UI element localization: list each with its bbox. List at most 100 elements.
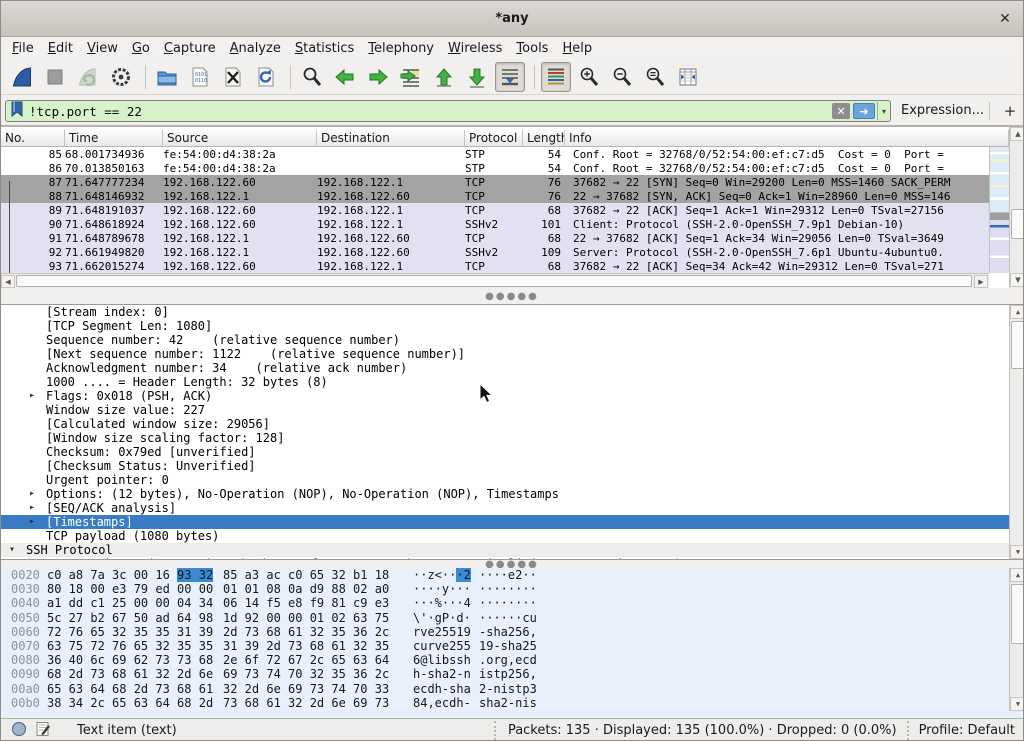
file-reload-icon[interactable] [251,62,281,92]
filter-add-button[interactable]: + [1000,100,1020,122]
hex-row[interactable]: 00b038 34 2c 65 63 64 68 2d73 68 61 32 2… [1,696,1023,710]
colorize-icon[interactable] [541,62,571,92]
filter-clear-icon[interactable]: ✕ [832,103,850,119]
hex-row[interactable]: 009068 2d 73 68 61 32 2d 6e69 73 74 70 3… [1,667,1023,681]
capture-stop-icon[interactable] [40,62,70,92]
expand-arrow-icon[interactable]: ▸ [29,515,35,529]
resize-columns-icon[interactable] [673,62,703,92]
packet-list-header[interactable]: No.TimeSourceDestinationProtocolLengthIn… [1,130,1009,147]
detail-row[interactable]: [Window size scaling factor: 128] [1,431,1009,445]
hex-row[interactable]: 00505c 27 b2 67 50 ad 64 981d 92 00 00 0… [1,611,1023,625]
hex-row[interactable]: 0020c0 a8 7a 3c 00 16 93 3285 a3 ac c0 6… [1,568,1023,582]
expand-arrow-icon[interactable]: ▸ [29,501,35,515]
filter-history-caret-icon[interactable]: ▾ [877,102,890,120]
title-bar[interactable]: *any ✕ [1,1,1023,37]
close-button[interactable]: ✕ [995,9,1015,29]
detail-row[interactable]: Checksum: 0x79ed [unverified] [1,445,1009,459]
menu-wireless[interactable]: Wireless [441,39,509,58]
detail-row[interactable]: [Stream index: 0] [1,305,1009,319]
auto-scroll-icon[interactable] [495,62,525,92]
scroll-up-icon[interactable]: ▲ [1010,568,1023,582]
expert-info-icon[interactable] [11,721,27,741]
detail-row[interactable]: Sequence number: 42 (relative sequence n… [1,333,1009,347]
scroll-up-icon[interactable]: ▲ [1010,305,1023,319]
menu-capture[interactable]: Capture [157,39,223,58]
intelligent-scrollbar-minimap[interactable] [989,147,1009,273]
detail-row[interactable]: [Next sequence number: 1122 (relative se… [1,347,1009,361]
column-header-time[interactable]: Time [65,130,163,146]
detail-row[interactable]: ▸Flags: 0x018 (PSH, ACK) [1,389,1009,403]
column-header-length[interactable]: Length [523,130,565,146]
scroll-thumb[interactable] [1011,584,1023,644]
filter-apply-icon[interactable]: ➜ [853,103,875,119]
column-header-no[interactable]: No. [1,130,65,146]
pane-splitter[interactable]: ●●●●● [1,560,1023,568]
expand-arrow-icon[interactable]: ▾ [9,543,15,557]
file-save-icon[interactable]: 01010110 [185,62,215,92]
scroll-thumb[interactable] [1011,209,1024,239]
go-last-icon[interactable] [462,62,492,92]
expand-arrow-icon[interactable]: ▸ [29,389,35,403]
column-header-destination[interactable]: Destination [317,130,465,146]
capture-comment-icon[interactable] [35,721,51,741]
hex-row[interactable]: 00a065 63 64 68 2d 73 68 6132 2d 6e 69 7… [1,682,1023,696]
detail-row[interactable]: [TCP Segment Len: 1080] [1,319,1009,333]
capture-start-icon[interactable] [7,62,37,92]
detail-row[interactable]: TCP payload (1080 bytes) [1,529,1009,543]
hex-row[interactable]: 007063 75 72 76 65 32 35 3531 39 2d 73 6… [1,639,1023,653]
packet-row[interactable]: 9171.648789678192.168.122.1192.168.122.6… [1,231,989,245]
packet-list-hscrollbar[interactable]: ◀ ▶ [1,273,989,288]
file-open-icon[interactable] [152,62,182,92]
find-packet-icon[interactable] [297,62,327,92]
display-filter-field[interactable]: !tcp.port == 22 ✕ ➜ ▾ [5,100,891,122]
bytes-vscrollbar[interactable]: ▲ ▼ [1009,568,1023,711]
packet-row[interactable]: 9371.662015274192.168.122.60192.168.122.… [1,259,989,273]
pane-splitter[interactable]: ●●●●● [1,288,1023,304]
detail-row[interactable]: Acknowledgment number: 34 (relative ack … [1,361,1009,375]
go-first-icon[interactable] [429,62,459,92]
menu-file[interactable]: File [5,39,41,58]
detail-row[interactable]: Window size value: 227 [1,403,1009,417]
scroll-down-icon[interactable]: ▼ [1010,545,1023,559]
hex-row[interactable]: 003080 18 00 e3 79 ed 00 0001 01 08 0a d… [1,582,1023,596]
detail-vscrollbar[interactable]: ▲ ▼ [1009,305,1023,559]
packet-row[interactable]: 9271.661949820192.168.122.1192.168.122.6… [1,245,989,259]
menu-telephony[interactable]: Telephony [361,39,441,58]
detail-row[interactable]: ▸[SEQ/ACK analysis] [1,501,1009,515]
column-header-protocol[interactable]: Protocol [465,130,523,146]
detail-row[interactable]: [Checksum Status: Unverified] [1,459,1009,473]
filter-bookmark-icon[interactable] [11,101,23,121]
go-forward-icon[interactable] [363,62,393,92]
detail-row[interactable]: 1000 .... = Header Length: 32 bytes (8) [1,375,1009,389]
scroll-left-icon[interactable]: ◀ [1,275,15,288]
detail-row[interactable]: ▸Options: (12 bytes), No-Operation (NOP)… [1,487,1009,501]
packet-row[interactable]: 8771.647777234192.168.122.60192.168.122.… [1,175,989,189]
zoom-reset-icon[interactable] [640,62,670,92]
go-back-icon[interactable] [330,62,360,92]
go-to-packet-icon[interactable] [396,62,426,92]
menu-go[interactable]: Go [125,39,157,58]
scroll-thumb[interactable] [1011,321,1023,369]
menu-edit[interactable]: Edit [41,39,80,58]
menu-tools[interactable]: Tools [509,39,555,58]
status-profile[interactable]: Profile: Default [907,721,1023,740]
column-header-source[interactable]: Source [163,130,317,146]
packet-row[interactable]: 8871.648146932192.168.122.1192.168.122.6… [1,189,989,203]
scroll-right-icon[interactable]: ▶ [974,275,988,288]
hex-row[interactable]: 008036 40 6c 69 62 73 73 682e 6f 72 67 2… [1,653,1023,667]
packet-row[interactable]: 8971.648191037192.168.122.60192.168.122.… [1,203,989,217]
hex-row[interactable]: 006072 76 65 32 35 35 31 392d 73 68 61 3… [1,625,1023,639]
menu-analyze[interactable]: Analyze [223,39,288,58]
capture-restart-icon[interactable] [73,62,103,92]
zoom-out-icon[interactable] [607,62,637,92]
scroll-down-icon[interactable]: ▼ [1010,697,1023,711]
zoom-in-icon[interactable] [574,62,604,92]
packet-row[interactable]: 8568.001734936fe:54:00:d4:38:2aSTP54Conf… [1,147,989,161]
detail-row[interactable]: [Calculated window size: 29056] [1,417,1009,431]
menu-view[interactable]: View [80,39,125,58]
hex-row[interactable]: 0040a1 dd c1 25 00 00 04 3406 14 f5 e8 f… [1,596,1023,610]
detail-row[interactable]: ▾SSH Protocol [1,543,1009,557]
detail-row[interactable]: Urgent pointer: 0 [1,473,1009,487]
file-close-icon[interactable] [218,62,248,92]
detail-row[interactable]: ▸[Timestamps] [1,515,1009,529]
